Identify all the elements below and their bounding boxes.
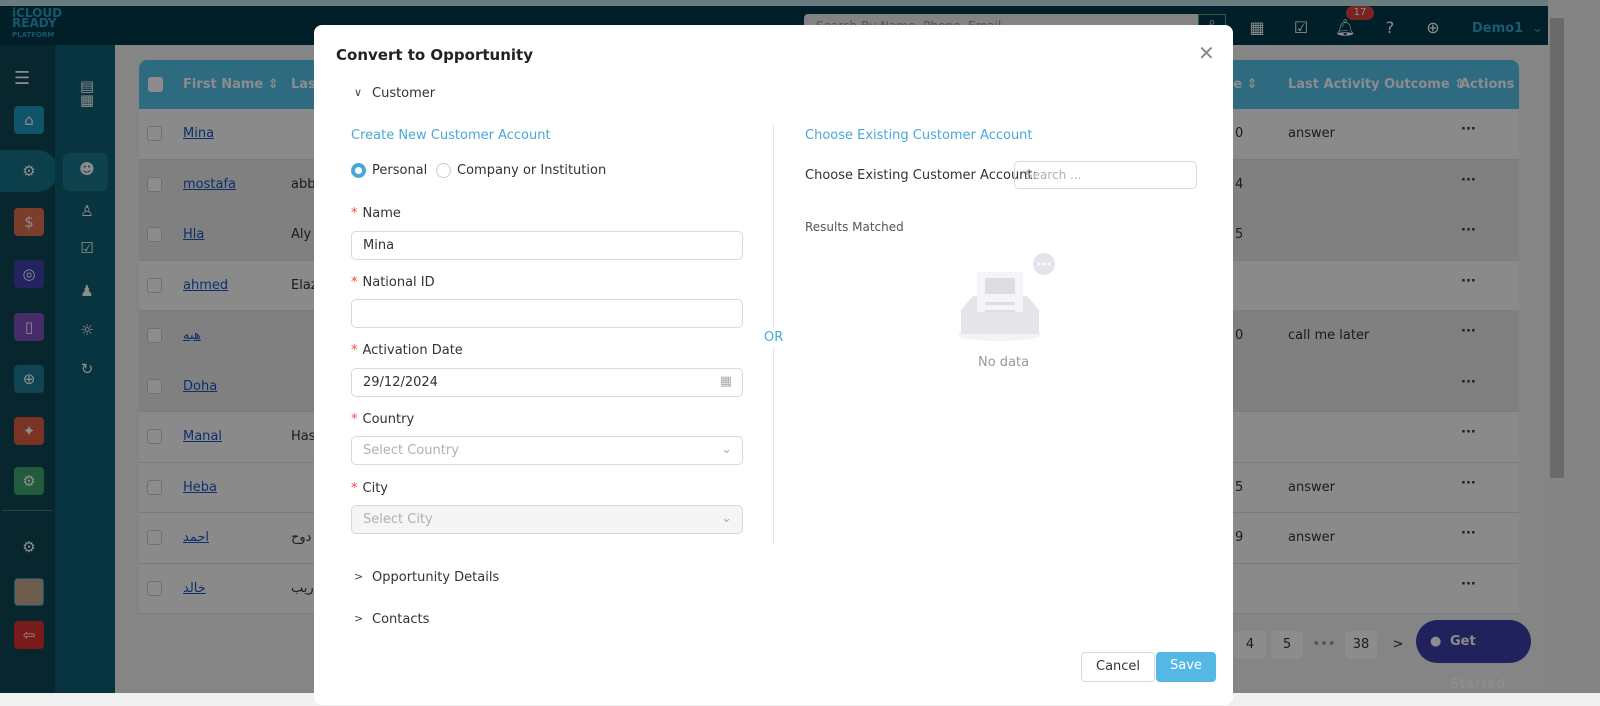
city-label: * City xyxy=(351,481,388,496)
existing-customer-search-input[interactable]: Search ... xyxy=(1014,161,1197,189)
radio-personal[interactable]: Personal xyxy=(351,163,427,178)
existing-title: Choose Existing Customer Account xyxy=(805,128,1033,143)
national-id-label: * National ID xyxy=(351,275,435,290)
or-separator: OR xyxy=(764,328,784,347)
existing-label: Choose Existing Customer Account: xyxy=(805,168,1037,183)
chevron-right-icon: > xyxy=(354,570,364,583)
activation-date-label: * Activation Date xyxy=(351,343,463,358)
country-label: * Country xyxy=(351,412,415,427)
section-customer[interactable]: ∨ Customer xyxy=(354,86,435,101)
chevron-down-icon: ⌄ xyxy=(721,511,732,526)
radio-company[interactable]: Company or Institution xyxy=(436,163,606,178)
create-new-title: Create New Customer Account xyxy=(351,128,551,143)
radio-unchecked[interactable] xyxy=(436,163,451,178)
empty-inbox-icon xyxy=(959,253,1055,341)
section-opportunity-details[interactable]: > Opportunity Details xyxy=(354,570,499,585)
no-data-text: No data xyxy=(978,355,1030,370)
dialog-title: Convert to Opportunity xyxy=(336,46,533,64)
activation-date-input[interactable]: 29/12/2024 ▦ xyxy=(351,368,743,397)
convert-to-opportunity-dialog: Convert to Opportunity ✕ ∨ Customer Creat… xyxy=(314,25,1233,705)
city-select[interactable]: Select City ⌄ xyxy=(351,505,743,534)
close-icon[interactable]: ✕ xyxy=(1198,41,1215,65)
cancel-button[interactable]: Cancel xyxy=(1081,652,1156,682)
section-contacts[interactable]: > Contacts xyxy=(354,612,429,627)
chevron-down-icon: ∨ xyxy=(354,86,363,99)
chevron-right-icon: > xyxy=(354,612,364,625)
save-button[interactable]: Save xyxy=(1156,652,1216,682)
calendar-icon[interactable]: ▦ xyxy=(720,374,732,389)
name-label: * Name xyxy=(351,206,401,221)
radio-checked[interactable] xyxy=(351,163,366,178)
national-id-input[interactable] xyxy=(351,299,743,328)
chevron-down-icon: ⌄ xyxy=(721,442,732,457)
country-select[interactable]: Select Country ⌄ xyxy=(351,436,743,465)
results-matched-label: Results Matched xyxy=(805,220,904,234)
name-input[interactable]: Mina xyxy=(351,231,743,260)
